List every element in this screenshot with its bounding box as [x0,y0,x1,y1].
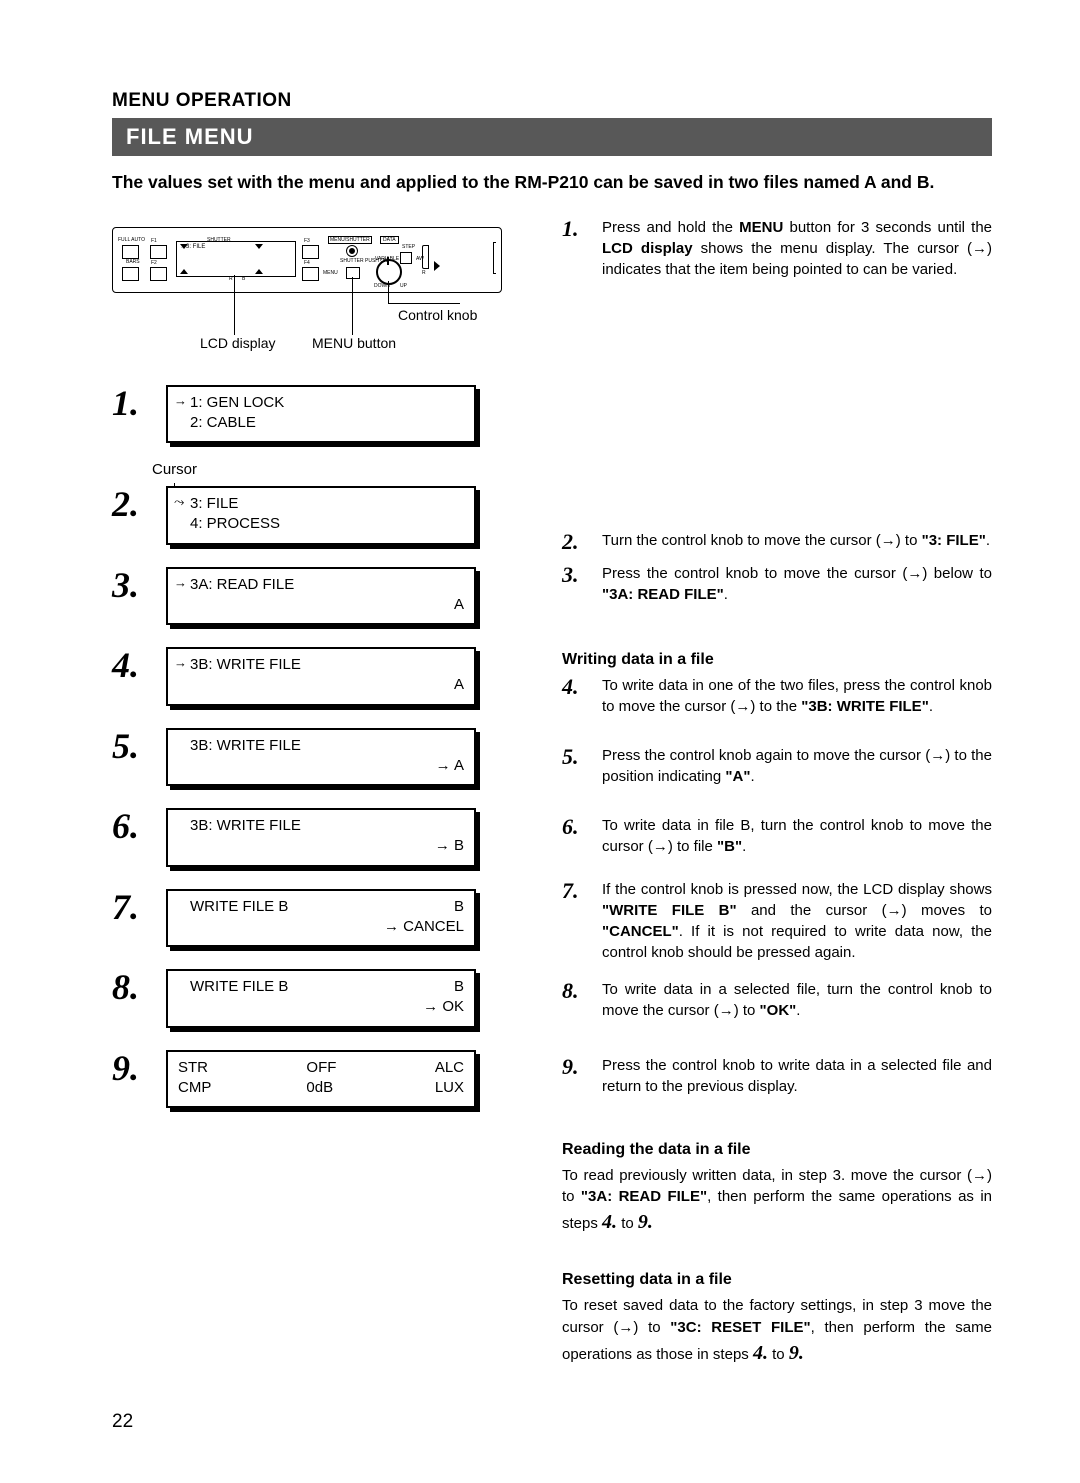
display-box-6: 3B: WRITE FILE → B [166,808,476,867]
step-number-8: 8. [112,969,152,1005]
label-f2: F2 [151,260,157,266]
step-7-text: 7. If the control knob is pressed now, t… [562,879,992,963]
cursor-label: Cursor [152,461,502,478]
display-box-1: → 1: GEN LOCK 2: CABLE [166,385,476,444]
reading-text: To read previously written data, in step… [562,1165,992,1238]
label-f4: F4 [304,260,310,266]
label-b: B [242,276,245,282]
step-9-text: 9. Press the control knob to write data … [562,1055,992,1097]
chapter-label: MENU OPERATION [112,90,992,112]
writing-heading: Writing data in a file [562,651,992,669]
step-3-text: 3. Press the control knob to move the cu… [562,563,992,605]
label-bars: BARS [126,259,140,265]
display-box-9: STR OFF ALC CMP 0dB LUX [166,1050,476,1109]
display-box-3: → 3A: READ FILE A [166,567,476,626]
reading-heading: Reading the data in a file [562,1141,992,1159]
intro-text: The values set with the menu and applied… [112,170,992,195]
display-box-8: WRITE FILE BB → OK [166,969,476,1028]
step-number-9: 9. [112,1050,152,1086]
label-step: STEP [402,244,415,250]
step-4-text: 4. To write data in one of the two files… [562,675,992,717]
step-6-text: 6. To write data in file B, turn the con… [562,815,992,857]
label-full-auto: FULL AUTO [118,237,145,243]
label-control-knob: Control knob [398,307,477,323]
label-up: UP [400,283,407,289]
resetting-text: To reset saved data to the factory setti… [562,1295,992,1368]
step-5-text: 5. Press the control knob again to move … [562,745,992,787]
step-number-5: 5. [112,728,152,764]
section-title: FILE MENU [112,118,992,156]
label-menushutter: MENU/SHUTTER [328,236,372,244]
step-number-7: 7. [112,889,152,925]
label-f3: F3 [304,238,310,244]
step-2-text: 2. Turn the control knob to move the cur… [562,530,992,553]
step-number-4: 4. [112,647,152,683]
page-number: 22 [112,1411,133,1433]
display-box-5: 3B: WRITE FILE → A [166,728,476,787]
control-knob-icon [376,259,402,285]
step-number-6: 6. [112,808,152,844]
lcd-display-icon: →3: FILE [176,241,296,277]
label-menu: MENU [323,270,338,276]
label-f1: F1 [151,238,157,244]
device-diagram: FULL AUTO BARS F1 F2 →3: FILE SHUTTER [112,227,500,315]
label-r2: R [422,270,426,276]
label-shutter: SHUTTER [207,237,231,243]
label-r: R [229,276,233,282]
step-number-1: 1. [112,385,152,421]
label-menu-button: MENU button [312,335,396,351]
label-data: DATA [380,236,399,244]
display-box-7: WRITE FILE BB → CANCEL [166,889,476,948]
resetting-heading: Resetting data in a file [562,1271,992,1289]
display-box-2: ⤳ 3: FILE 4: PROCESS [166,486,476,545]
label-lcd-display: LCD display [200,335,275,351]
step-number-2: 2. [112,486,152,522]
step-1-text: 1. Press and hold the MENU button for 3 … [562,217,992,280]
step-8-text: 8. To write data in a selected file, tur… [562,979,992,1021]
display-box-4: → 3B: WRITE FILE A [166,647,476,706]
step-number-3: 3. [112,567,152,603]
